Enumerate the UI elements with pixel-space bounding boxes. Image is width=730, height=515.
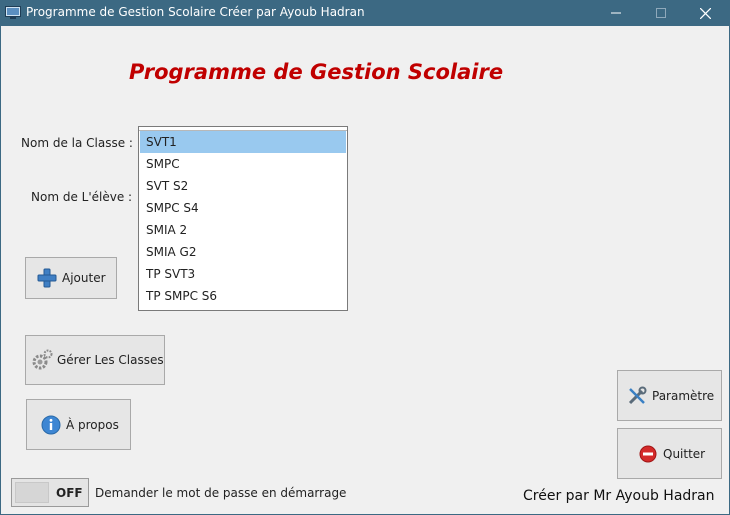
password-toggle[interactable]: OFF: [11, 478, 89, 507]
list-item[interactable]: TP SVT3: [140, 263, 346, 285]
ajouter-label: Ajouter: [62, 271, 106, 285]
window-title: Programme de Gestion Scolaire Créer par …: [26, 5, 365, 19]
list-item[interactable]: TP SMPC S6: [140, 285, 346, 307]
close-button[interactable]: [683, 0, 728, 26]
gears-icon: [31, 349, 53, 371]
gerer-classes-label: Gérer Les Classes: [57, 353, 164, 367]
list-item[interactable]: SMPC: [140, 153, 346, 175]
list-item[interactable]: SMIA 2: [140, 219, 346, 241]
list-item-selected[interactable]: SVT1: [140, 131, 346, 153]
toggle-label: Demander le mot de passe en démarrage: [95, 486, 347, 500]
classe-label: Nom de la Classe :: [21, 136, 133, 150]
parametre-label: Paramètre: [652, 388, 715, 403]
toggle-knob[interactable]: [15, 482, 49, 503]
app-icon: [5, 6, 21, 20]
quitter-button[interactable]: Quitter: [617, 428, 722, 479]
credit-text: Créer par Mr Ayoub Hadran: [523, 488, 715, 504]
toggle-state: OFF: [56, 486, 83, 500]
list-item[interactable]: SVT S2: [140, 175, 346, 197]
tools-icon: [626, 385, 648, 407]
eleve-label: Nom de L'élève :: [31, 190, 133, 204]
list-item[interactable]: SMIA G2: [140, 241, 346, 263]
apropos-label: À propos: [66, 417, 119, 432]
maximize-button[interactable]: [638, 0, 683, 26]
parametre-button[interactable]: Paramètre: [617, 370, 722, 421]
list-item[interactable]: SMPC S4: [140, 197, 346, 219]
quitter-label: Quitter: [663, 446, 706, 461]
title-bar[interactable]: Programme de Gestion Scolaire Créer par …: [0, 0, 730, 26]
page-title: Programme de Gestion Scolaire: [129, 60, 504, 84]
class-dropdown-list[interactable]: SVT1 SMPC SVT S2 SMPC S4 SMIA 2 SMIA G2 …: [138, 126, 348, 311]
apropos-button[interactable]: À propos: [26, 399, 131, 450]
stop-icon: [637, 443, 659, 465]
ajouter-button[interactable]: Ajouter: [25, 257, 117, 299]
minimize-button[interactable]: [593, 0, 638, 26]
info-icon: [40, 414, 62, 436]
gerer-classes-button[interactable]: Gérer Les Classes: [25, 335, 165, 385]
plus-icon: [36, 267, 58, 289]
